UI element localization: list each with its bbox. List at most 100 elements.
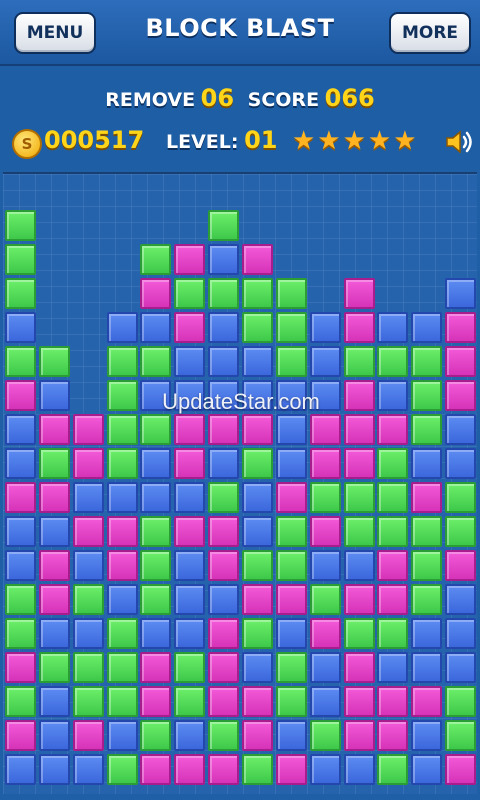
menu-button[interactable]: MENU <box>14 12 96 54</box>
pink-block[interactable] <box>5 720 36 751</box>
pink-block[interactable] <box>242 584 273 615</box>
pink-block[interactable] <box>343 380 375 411</box>
pink-block[interactable] <box>343 652 375 683</box>
blue-block[interactable] <box>445 584 477 615</box>
pink-block[interactable] <box>343 584 375 615</box>
blue-block[interactable] <box>5 312 36 343</box>
green-block[interactable] <box>411 380 443 411</box>
blue-block[interactable] <box>309 550 341 581</box>
blue-block[interactable] <box>208 448 240 479</box>
blue-block[interactable] <box>5 754 36 785</box>
pink-block[interactable] <box>106 550 138 581</box>
green-block[interactable] <box>377 448 409 479</box>
green-block[interactable] <box>208 210 240 241</box>
blue-block[interactable] <box>309 346 341 377</box>
blue-block[interactable] <box>411 652 443 683</box>
pink-block[interactable] <box>174 312 206 343</box>
speaker-icon[interactable] <box>444 128 474 156</box>
blue-block[interactable] <box>242 652 273 683</box>
pink-block[interactable] <box>343 686 375 717</box>
blue-block[interactable] <box>174 584 206 615</box>
green-block[interactable] <box>275 346 307 377</box>
pink-block[interactable] <box>343 312 375 343</box>
blue-block[interactable] <box>242 346 273 377</box>
pink-block[interactable] <box>343 720 375 751</box>
green-block[interactable] <box>343 618 375 649</box>
green-block[interactable] <box>140 244 172 275</box>
blue-block[interactable] <box>140 482 172 513</box>
blue-block[interactable] <box>309 652 341 683</box>
pink-block[interactable] <box>411 482 443 513</box>
green-block[interactable] <box>5 278 36 309</box>
blue-block[interactable] <box>5 414 36 445</box>
green-block[interactable] <box>242 312 273 343</box>
green-block[interactable] <box>106 380 138 411</box>
green-block[interactable] <box>275 312 307 343</box>
pink-block[interactable] <box>174 244 206 275</box>
blue-block[interactable] <box>106 482 138 513</box>
pink-block[interactable] <box>174 448 206 479</box>
green-block[interactable] <box>174 652 206 683</box>
green-block[interactable] <box>411 584 443 615</box>
green-block[interactable] <box>174 686 206 717</box>
pink-block[interactable] <box>38 550 70 581</box>
blue-block[interactable] <box>208 312 240 343</box>
green-block[interactable] <box>208 720 240 751</box>
blue-block[interactable] <box>72 754 104 785</box>
green-block[interactable] <box>309 482 341 513</box>
pink-block[interactable] <box>38 482 70 513</box>
pink-block[interactable] <box>38 584 70 615</box>
pink-block[interactable] <box>208 618 240 649</box>
pink-block[interactable] <box>377 550 409 581</box>
green-block[interactable] <box>309 584 341 615</box>
pink-block[interactable] <box>343 448 375 479</box>
blue-block[interactable] <box>174 346 206 377</box>
green-block[interactable] <box>106 686 138 717</box>
green-block[interactable] <box>140 414 172 445</box>
green-block[interactable] <box>377 754 409 785</box>
green-block[interactable] <box>343 516 375 547</box>
green-block[interactable] <box>411 516 443 547</box>
blue-block[interactable] <box>38 686 70 717</box>
pink-block[interactable] <box>275 584 307 615</box>
green-block[interactable] <box>275 550 307 581</box>
green-block[interactable] <box>72 652 104 683</box>
pink-block[interactable] <box>242 720 273 751</box>
pink-block[interactable] <box>343 278 375 309</box>
blue-block[interactable] <box>411 448 443 479</box>
blue-block[interactable] <box>208 584 240 615</box>
pink-block[interactable] <box>275 754 307 785</box>
green-block[interactable] <box>5 244 36 275</box>
pink-block[interactable] <box>275 482 307 513</box>
green-block[interactable] <box>5 686 36 717</box>
pink-block[interactable] <box>377 584 409 615</box>
pink-block[interactable] <box>140 652 172 683</box>
green-block[interactable] <box>377 346 409 377</box>
green-block[interactable] <box>445 686 477 717</box>
blue-block[interactable] <box>72 550 104 581</box>
green-block[interactable] <box>445 482 477 513</box>
pink-block[interactable] <box>445 380 477 411</box>
pink-block[interactable] <box>72 720 104 751</box>
blue-block[interactable] <box>38 516 70 547</box>
blue-block[interactable] <box>445 414 477 445</box>
pink-block[interactable] <box>343 414 375 445</box>
more-button[interactable]: MORE <box>389 12 471 54</box>
blue-block[interactable] <box>309 312 341 343</box>
green-block[interactable] <box>242 278 273 309</box>
green-block[interactable] <box>5 584 36 615</box>
pink-block[interactable] <box>445 754 477 785</box>
green-block[interactable] <box>411 550 443 581</box>
blue-block[interactable] <box>377 652 409 683</box>
blue-block[interactable] <box>72 618 104 649</box>
green-block[interactable] <box>106 414 138 445</box>
blue-block[interactable] <box>343 550 375 581</box>
pink-block[interactable] <box>377 686 409 717</box>
green-block[interactable] <box>140 550 172 581</box>
blue-block[interactable] <box>38 380 70 411</box>
green-block[interactable] <box>377 516 409 547</box>
pink-block[interactable] <box>5 652 36 683</box>
blue-block[interactable] <box>309 686 341 717</box>
green-block[interactable] <box>411 414 443 445</box>
blue-block[interactable] <box>38 720 70 751</box>
